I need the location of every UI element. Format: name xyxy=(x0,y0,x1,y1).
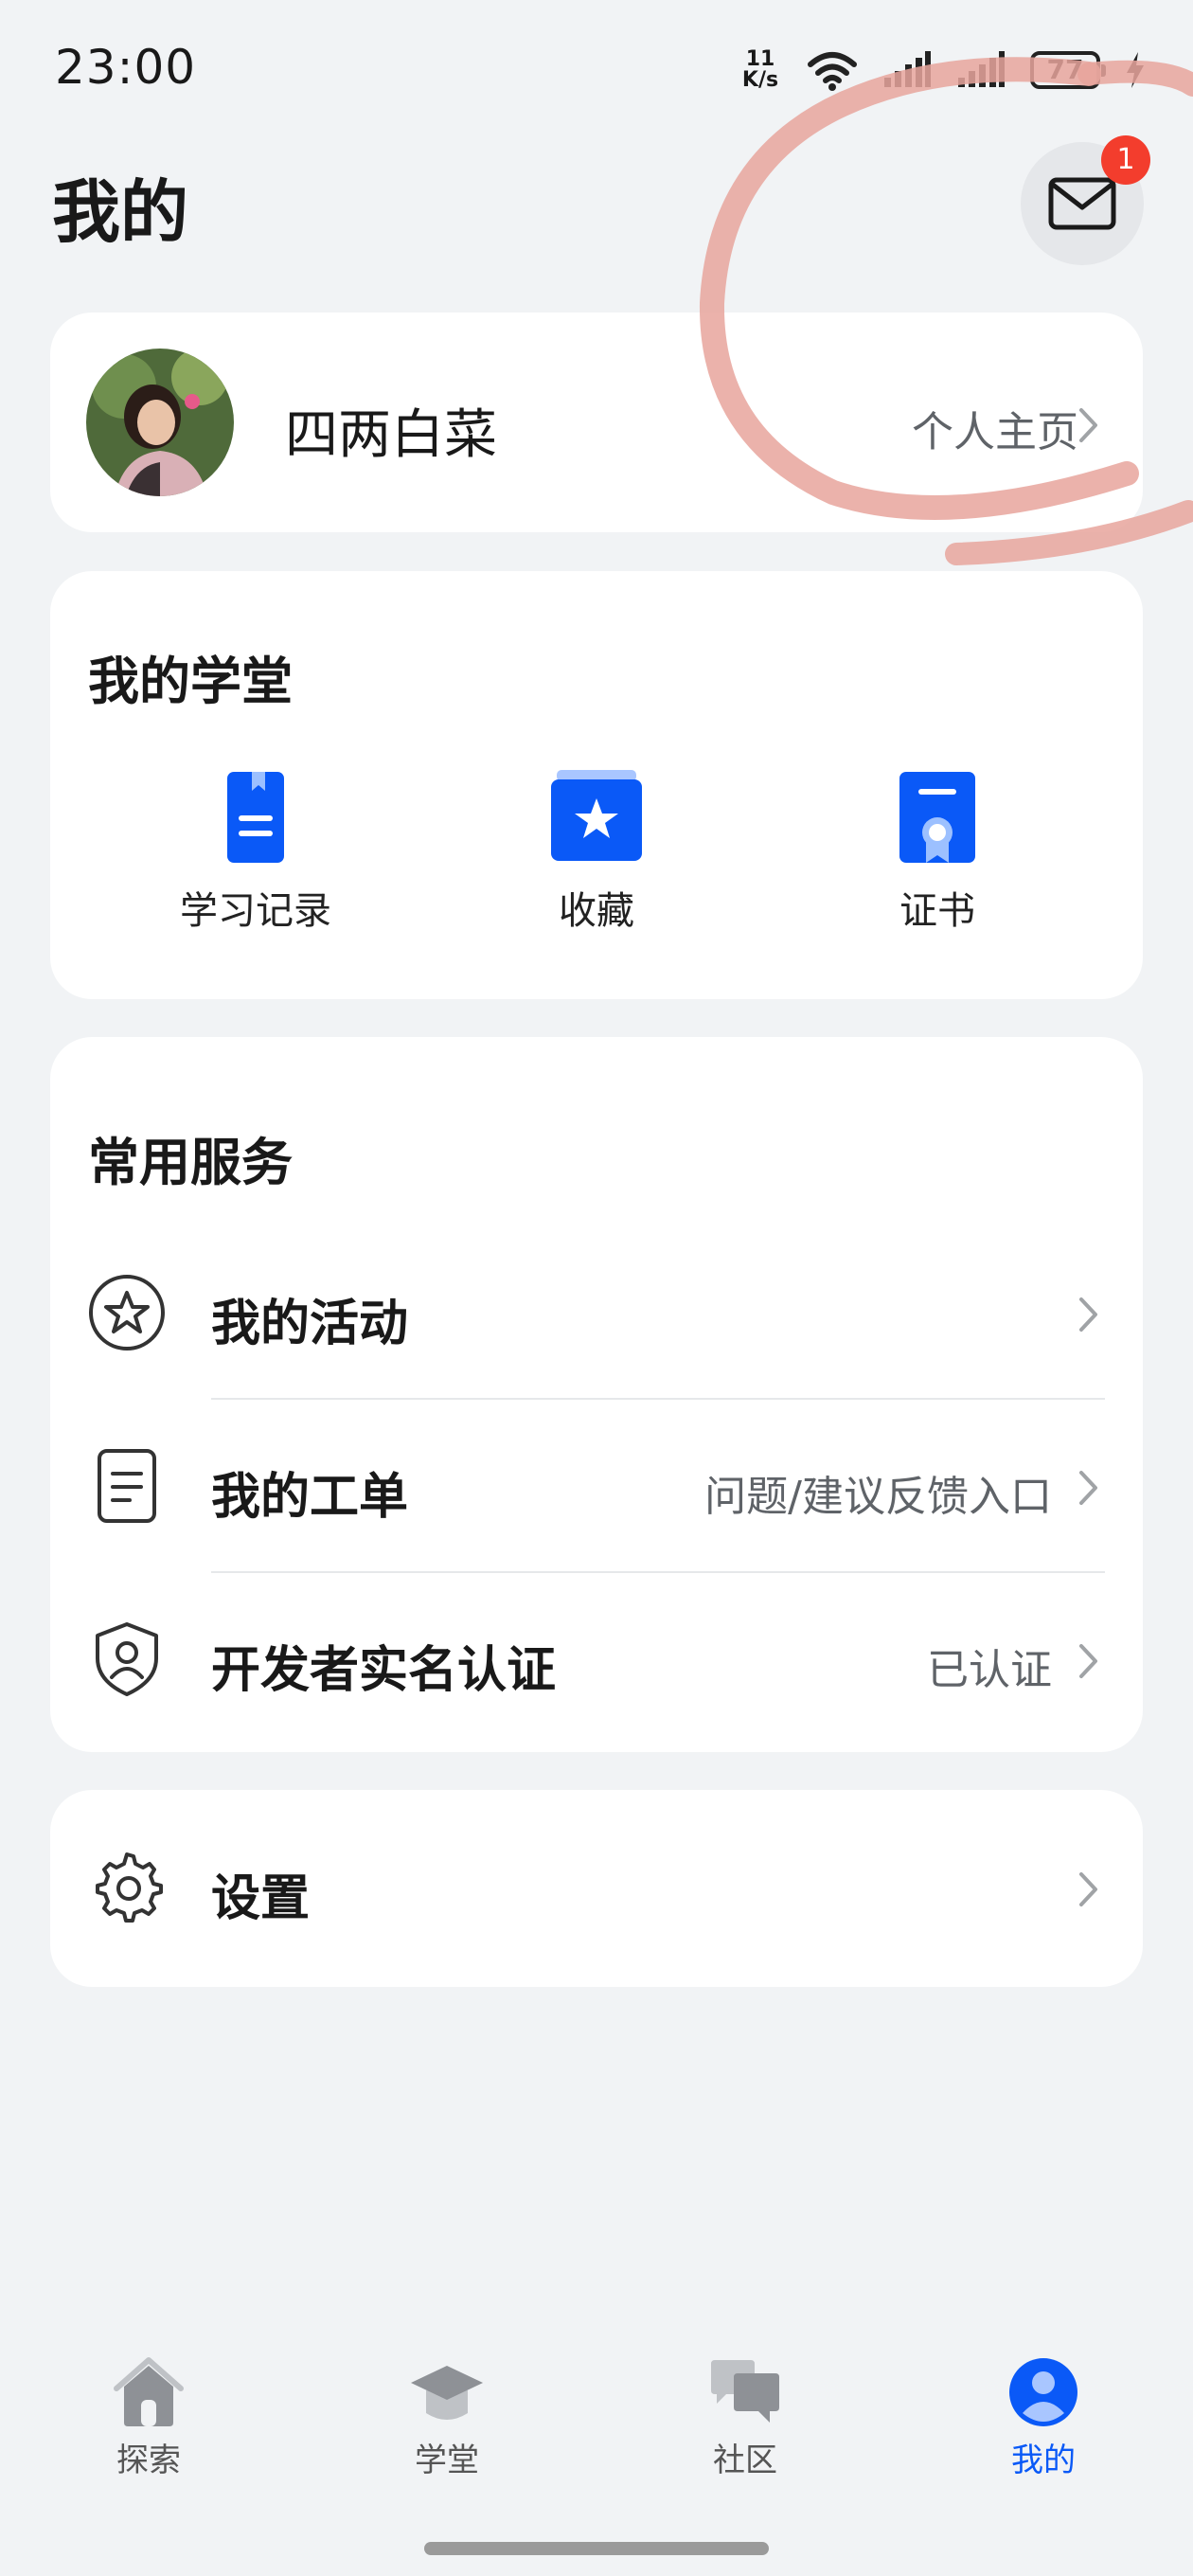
common-services-title: 常用服务 xyxy=(88,1133,293,1192)
chevron-right-icon xyxy=(1079,1644,1097,1678)
profile-name: 四两白菜 xyxy=(285,404,497,466)
my-school-card: 我的学堂 学习记录 收藏 证书 xyxy=(50,571,1143,999)
my-school-title: 我的学堂 xyxy=(88,652,293,711)
wifi-icon xyxy=(808,52,857,91)
tab-community-label: 社区 xyxy=(713,2442,777,2479)
personal-homepage-link[interactable]: 个人主页 xyxy=(912,398,1078,458)
status-icons: 11 K/s 77 xyxy=(739,44,1146,97)
common-services-card: 常用服务 我的活动 我的工单 问题/建议反馈入口 开发者实名认证 已认证 xyxy=(50,1037,1143,1752)
certificate-button[interactable]: 证书 xyxy=(843,770,1032,935)
settings-row[interactable]: 设置 xyxy=(50,1801,1143,1975)
chevron-right-icon xyxy=(1079,1471,1097,1505)
settings-label: 设置 xyxy=(211,1870,311,1927)
unread-badge: 1 xyxy=(1101,135,1150,185)
gear-icon xyxy=(96,1852,163,1923)
study-record-button[interactable]: 学习记录 xyxy=(161,770,350,935)
document-icon xyxy=(98,1449,156,1523)
my-activities-label: 我的活动 xyxy=(211,1296,409,1352)
tab-explore-label: 探索 xyxy=(116,2442,181,2479)
signal-icon xyxy=(884,51,931,87)
signal-icon-secondary xyxy=(958,51,1005,87)
my-tickets-label: 我的工单 xyxy=(211,1469,409,1526)
network-speed: 11 K/s xyxy=(739,49,782,91)
tab-explore[interactable]: 探索 xyxy=(54,2349,243,2480)
bottom-tab-bar: 探索 学堂 社区 我的 xyxy=(0,2349,1193,2491)
home-icon xyxy=(114,2357,184,2426)
study-record-icon xyxy=(227,772,284,863)
study-record-label: 学习记录 xyxy=(180,889,331,933)
shield-user-icon xyxy=(96,1622,158,1696)
certificate-label: 证书 xyxy=(899,889,975,933)
favorite-button[interactable]: 收藏 xyxy=(502,770,691,935)
user-icon xyxy=(1009,2358,1077,2426)
favorite-icon xyxy=(551,770,642,861)
graduation-cap-icon xyxy=(411,2366,483,2420)
network-speed-value: 11 xyxy=(745,47,775,71)
star-icon xyxy=(89,1275,165,1351)
status-bar: 23:00 11 K/s 77 xyxy=(0,0,1193,142)
mail-icon xyxy=(1048,177,1116,230)
verification-status: 已认证 xyxy=(927,1646,1052,1694)
avatar xyxy=(86,349,234,496)
settings-card[interactable]: 设置 xyxy=(50,1790,1143,1987)
page-title: 我的 xyxy=(52,172,189,252)
chat-bubbles-icon xyxy=(711,2360,779,2423)
certificate-icon xyxy=(899,772,975,863)
chevron-right-icon xyxy=(1079,408,1097,442)
battery-indicator: 77 xyxy=(1030,51,1106,89)
favorite-label: 收藏 xyxy=(559,889,634,933)
my-tickets-detail: 问题/建议反馈入口 xyxy=(704,1473,1052,1521)
developer-verification-label: 开发者实名认证 xyxy=(211,1642,557,1699)
status-time: 23:00 xyxy=(55,40,197,95)
developer-verification-row[interactable]: 开发者实名认证 已认证 xyxy=(50,1573,1143,1746)
my-activities-row[interactable]: 我的活动 xyxy=(50,1226,1143,1400)
my-tickets-row[interactable]: 我的工单 问题/建议反馈入口 xyxy=(50,1400,1143,1573)
home-indicator[interactable] xyxy=(424,2542,769,2555)
charging-icon xyxy=(1127,52,1144,88)
chevron-right-icon xyxy=(1079,1297,1097,1332)
tab-mine-label: 我的 xyxy=(1011,2442,1076,2479)
chevron-right-icon xyxy=(1079,1872,1097,1906)
network-speed-unit: K/s xyxy=(741,68,779,92)
my-page: 23:00 11 K/s 77 我的 1 四两白菜 个人主页 我的学堂 学习记录… xyxy=(0,0,1193,2576)
tab-mine[interactable]: 我的 xyxy=(949,2349,1138,2480)
tab-school-label: 学堂 xyxy=(415,2442,479,2479)
tab-school[interactable]: 学堂 xyxy=(352,2349,542,2480)
tab-community[interactable]: 社区 xyxy=(650,2349,840,2480)
profile-card[interactable]: 四两白菜 个人主页 xyxy=(50,313,1143,532)
